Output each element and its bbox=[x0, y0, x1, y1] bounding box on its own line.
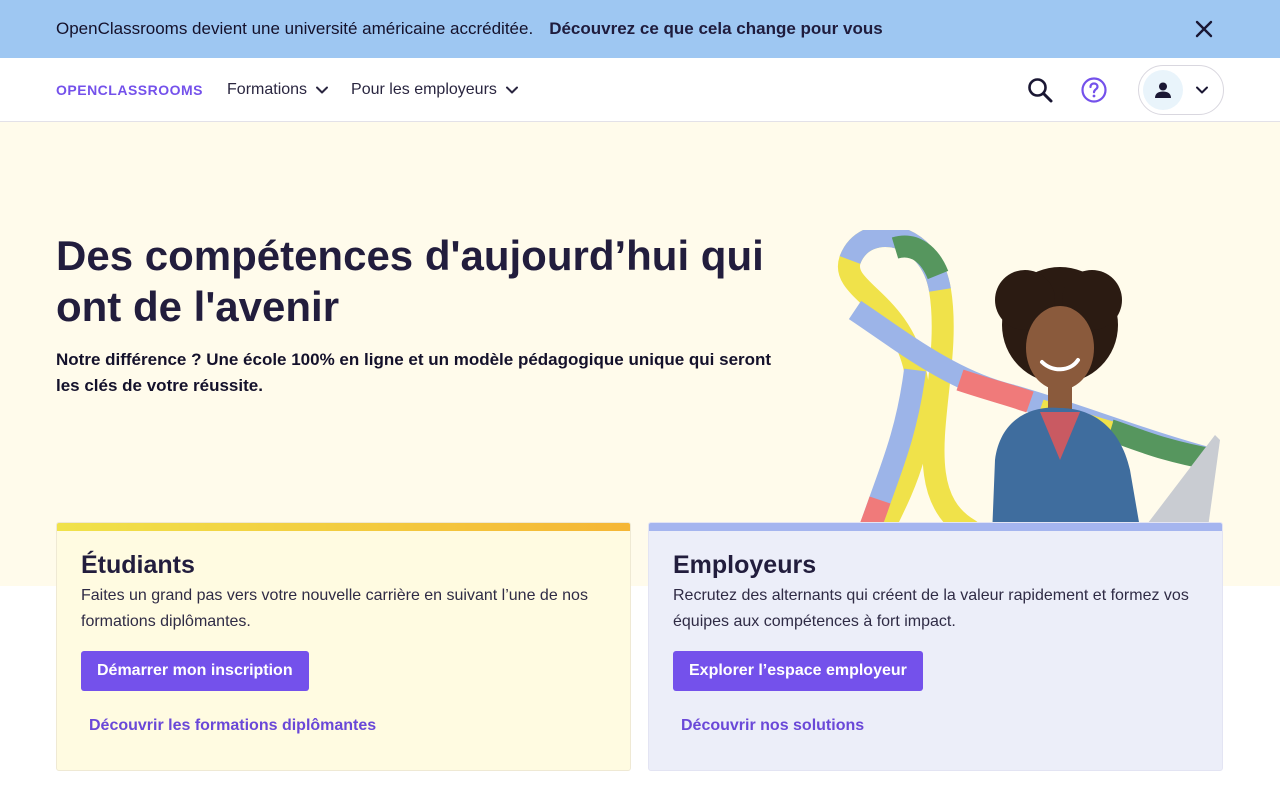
chevron-down-icon bbox=[1196, 86, 1208, 94]
students-card-text: Faites un grand pas vers votre nouvelle … bbox=[81, 587, 588, 630]
discover-solutions-link[interactable]: Découvrir nos solutions bbox=[681, 717, 864, 735]
hero-subtitle: Notre différence ? Une école 100% en lig… bbox=[56, 350, 772, 395]
employers-card-text: Recrutez des alternants qui créent de la… bbox=[673, 587, 1189, 630]
students-card-title: Étudiants bbox=[81, 551, 195, 579]
discover-diploma-programs-link[interactable]: Découvrir les formations diplômantes bbox=[89, 717, 376, 735]
close-icon[interactable] bbox=[1192, 17, 1216, 41]
students-card: Étudiants Faites un grand pas vers votre… bbox=[56, 522, 631, 771]
employers-card: Employeurs Recrutez des alternants qui c… bbox=[648, 522, 1223, 771]
openclassrooms-logo[interactable]: OPENCLASSROOMS bbox=[56, 82, 203, 98]
announcement-banner: OpenClassrooms devient une université am… bbox=[0, 0, 1280, 58]
search-icon[interactable] bbox=[1026, 76, 1054, 104]
avatar bbox=[1143, 70, 1183, 110]
help-icon[interactable] bbox=[1080, 76, 1108, 104]
chevron-down-icon bbox=[505, 86, 518, 93]
explore-employer-space-button[interactable]: Explorer l’espace employeur bbox=[673, 651, 923, 691]
banner-link[interactable]: Découvrez ce que cela change pour vous bbox=[549, 19, 883, 39]
employers-card-accent bbox=[649, 523, 1222, 531]
employers-card-title: Employeurs bbox=[673, 551, 817, 579]
hero-title: Des compétences d'aujourd’hui qui ont de… bbox=[56, 232, 764, 330]
hero-section: Des compétences d'aujourd’hui qui ont de… bbox=[0, 122, 1280, 586]
nav-employeurs-label: Pour les employeurs bbox=[351, 80, 497, 98]
students-card-accent bbox=[57, 523, 630, 531]
nav-employeurs[interactable]: Pour les employeurs bbox=[351, 81, 519, 99]
banner-text: OpenClassrooms devient une université am… bbox=[56, 19, 534, 38]
user-icon bbox=[1155, 82, 1171, 98]
nav-formations[interactable]: Formations bbox=[227, 81, 329, 99]
start-enrollment-button[interactable]: Démarrer mon inscription bbox=[81, 651, 309, 691]
account-menu-button[interactable] bbox=[1138, 65, 1224, 115]
nav-formations-label: Formations bbox=[227, 80, 308, 98]
chevron-down-icon bbox=[316, 86, 329, 93]
header-actions bbox=[1026, 65, 1224, 115]
site-header: OPENCLASSROOMS Formations Pour les emplo… bbox=[0, 58, 1280, 122]
